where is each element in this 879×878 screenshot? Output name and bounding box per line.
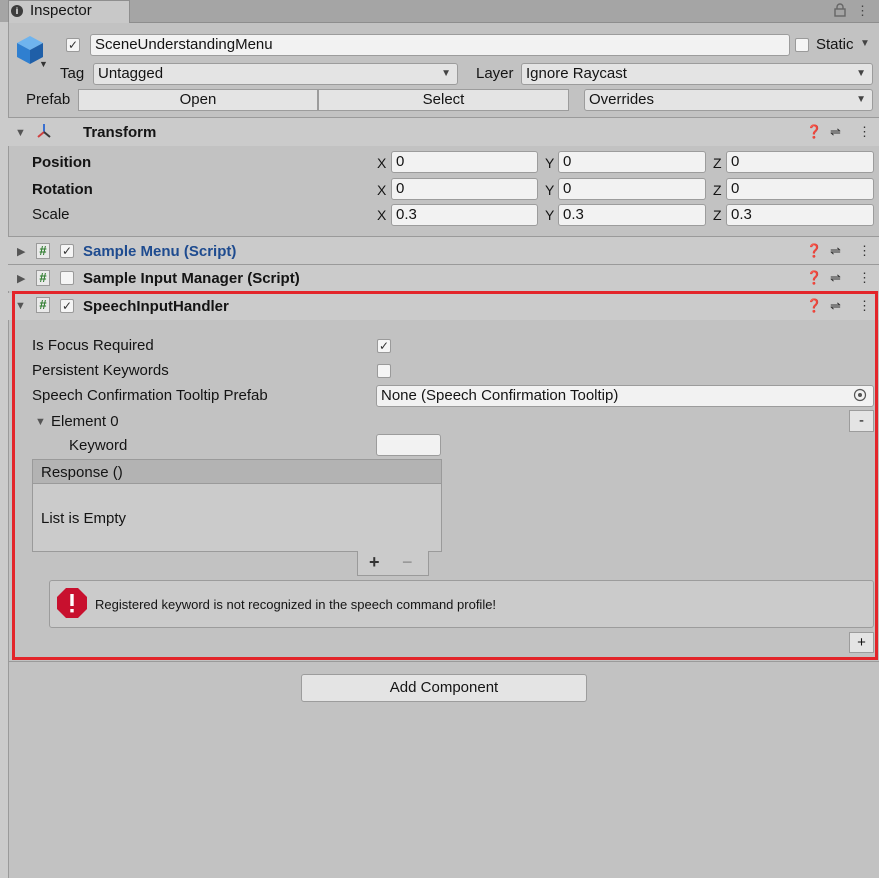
presets-icon[interactable]: ⇌: [830, 124, 841, 140]
layer-value: Ignore Raycast: [526, 65, 627, 82]
rotation-label: Rotation: [32, 181, 93, 198]
overrides-dropdown[interactable]: Overrides ▼: [584, 89, 873, 111]
layer-dropdown[interactable]: Ignore Raycast ▼: [521, 63, 873, 85]
position-z-field[interactable]: 0: [726, 151, 874, 173]
axis-z-label: Z: [713, 207, 722, 223]
object-name-field[interactable]: SceneUnderstandingMenu: [90, 34, 790, 56]
sample-menu-enabled-checkbox[interactable]: ✓: [60, 244, 74, 258]
sample-menu-foldout-arrow[interactable]: ▶: [17, 245, 25, 258]
sample-input-enabled-checkbox[interactable]: [60, 271, 74, 285]
layer-label: Layer: [476, 65, 514, 82]
sample-menu-title[interactable]: Sample Menu (Script): [83, 243, 236, 260]
axis-x-label: X: [377, 182, 387, 198]
axis-y-label: Y: [545, 155, 555, 171]
rotation-z-field[interactable]: 0: [726, 178, 874, 200]
prefab-open-button[interactable]: Open: [78, 89, 318, 111]
axis-z-label: Z: [713, 155, 722, 171]
overrides-label: Overrides: [589, 91, 655, 108]
script-icon: #: [36, 243, 50, 259]
presets-icon[interactable]: ⇌: [830, 270, 841, 286]
rotation-y-field[interactable]: 0: [558, 178, 706, 200]
script-icon: #: [36, 270, 50, 286]
chevron-down-icon: ▼: [856, 94, 866, 105]
lock-icon[interactable]: [834, 3, 848, 17]
prefab-select-button[interactable]: Select: [318, 89, 569, 111]
axis-y-label: Y: [545, 182, 555, 198]
help-icon[interactable]: ❓: [806, 124, 822, 140]
static-checkbox[interactable]: [795, 38, 809, 52]
scale-y-field[interactable]: 0.3: [558, 204, 706, 226]
active-checkbox[interactable]: ✓: [66, 38, 80, 52]
tag-dropdown[interactable]: Untagged ▼: [93, 63, 458, 85]
tag-value: Untagged: [98, 65, 164, 82]
help-icon[interactable]: ❓: [806, 270, 822, 286]
context-menu-icon[interactable]: ⋮: [858, 124, 871, 140]
icon-dropdown-arrow[interactable]: ▼: [39, 59, 48, 69]
sample-input-foldout-arrow[interactable]: ▶: [17, 272, 25, 285]
position-y-field[interactable]: 0: [558, 151, 706, 173]
transform-icon: [35, 122, 53, 140]
position-label: Position: [32, 154, 92, 171]
chevron-down-icon: ▼: [441, 68, 451, 79]
tab-bar: [0, 0, 879, 23]
static-label: Static: [816, 36, 854, 53]
axis-x-label: X: [377, 207, 387, 223]
axis-x-label: X: [377, 155, 387, 171]
position-x-field[interactable]: 0: [391, 151, 538, 173]
tab-title: Inspector: [30, 2, 92, 19]
add-component-button[interactable]: Add Component: [301, 674, 587, 702]
presets-icon[interactable]: ⇌: [830, 243, 841, 259]
left-edge: [0, 22, 9, 878]
divider: [8, 661, 879, 662]
tag-label: Tag: [60, 65, 85, 82]
context-menu-icon[interactable]: ⋮: [858, 270, 871, 286]
info-icon: i: [11, 5, 23, 17]
prefab-label: Prefab: [26, 91, 71, 108]
rotation-x-field[interactable]: 0: [391, 178, 538, 200]
chevron-down-icon: ▼: [856, 68, 866, 79]
axis-z-label: Z: [713, 182, 722, 198]
static-dropdown-arrow[interactable]: ▼: [860, 38, 870, 49]
help-icon[interactable]: ❓: [806, 243, 822, 259]
tab-menu-icon[interactable]: ⋮: [856, 3, 870, 19]
scale-z-field[interactable]: 0.3: [726, 204, 874, 226]
sample-input-title: Sample Input Manager (Script): [83, 270, 300, 287]
scale-label: Scale: [32, 206, 70, 223]
transform-foldout-arrow[interactable]: ▼: [15, 127, 26, 139]
highlight-frame: [12, 291, 878, 660]
scale-x-field[interactable]: 0.3: [391, 204, 538, 226]
transform-title: Transform: [83, 124, 157, 141]
context-menu-icon[interactable]: ⋮: [858, 243, 871, 259]
axis-y-label: Y: [545, 207, 555, 223]
